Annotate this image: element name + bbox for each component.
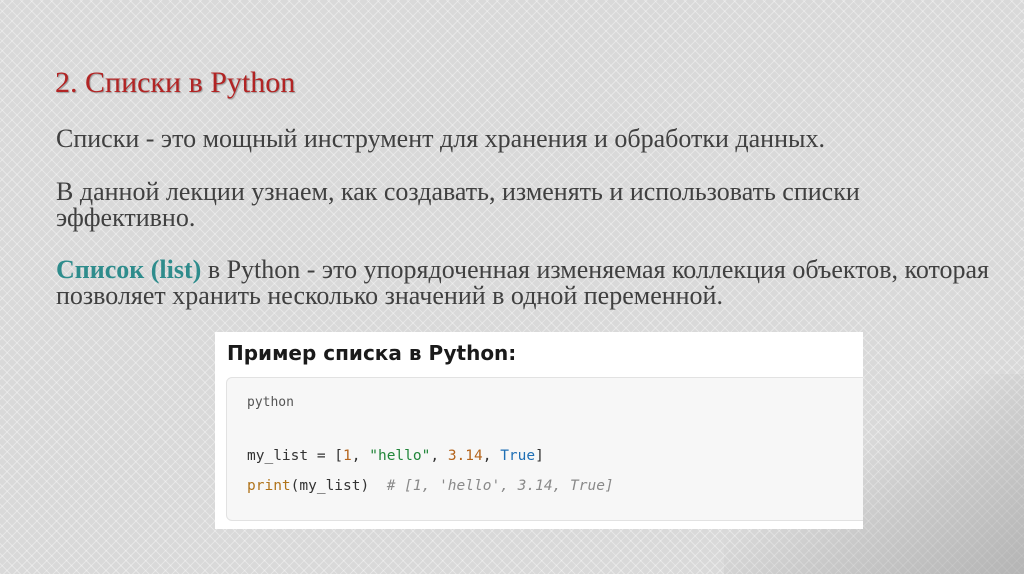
code-example-heading: Пример списка в Python: (227, 341, 517, 365)
code-example-card: Пример списка в Python: python my_list =… (215, 332, 863, 529)
code-token: ] (535, 448, 544, 464)
intro-paragraph: Списки - это мощный инструмент для хране… (56, 124, 825, 153)
code-token: , (482, 448, 501, 464)
code-line-2: print(my_list) # [1, 'hello', 3.14, True… (247, 478, 614, 494)
slide-title: 2. Списки в Python (55, 66, 296, 99)
lecture-goal-paragraph: В данной лекции узнаем, как создавать, и… (56, 177, 860, 232)
code-token: my_list = [ (247, 448, 344, 464)
code-token: print (247, 478, 291, 494)
code-token: 1 (343, 448, 352, 464)
code-comment: # [1, 'hello', 3.14, True] (386, 478, 614, 494)
code-token: , (351, 448, 370, 464)
code-block: python my_list = [1, "hello", 3.14, True… (226, 377, 863, 521)
code-token: , (430, 448, 448, 464)
definition-term: Список (list) (56, 255, 202, 284)
code-language-label: python (247, 395, 294, 410)
code-token: (my_list) (290, 478, 387, 494)
definition-paragraph: Список (list) в Python - это упорядоченн… (56, 257, 996, 309)
code-line-1: my_list = [1, "hello", 3.14, True] (247, 448, 544, 464)
code-token: 3.14 (447, 448, 483, 464)
code-token: "hello" (369, 448, 431, 464)
code-token: True (500, 448, 536, 464)
